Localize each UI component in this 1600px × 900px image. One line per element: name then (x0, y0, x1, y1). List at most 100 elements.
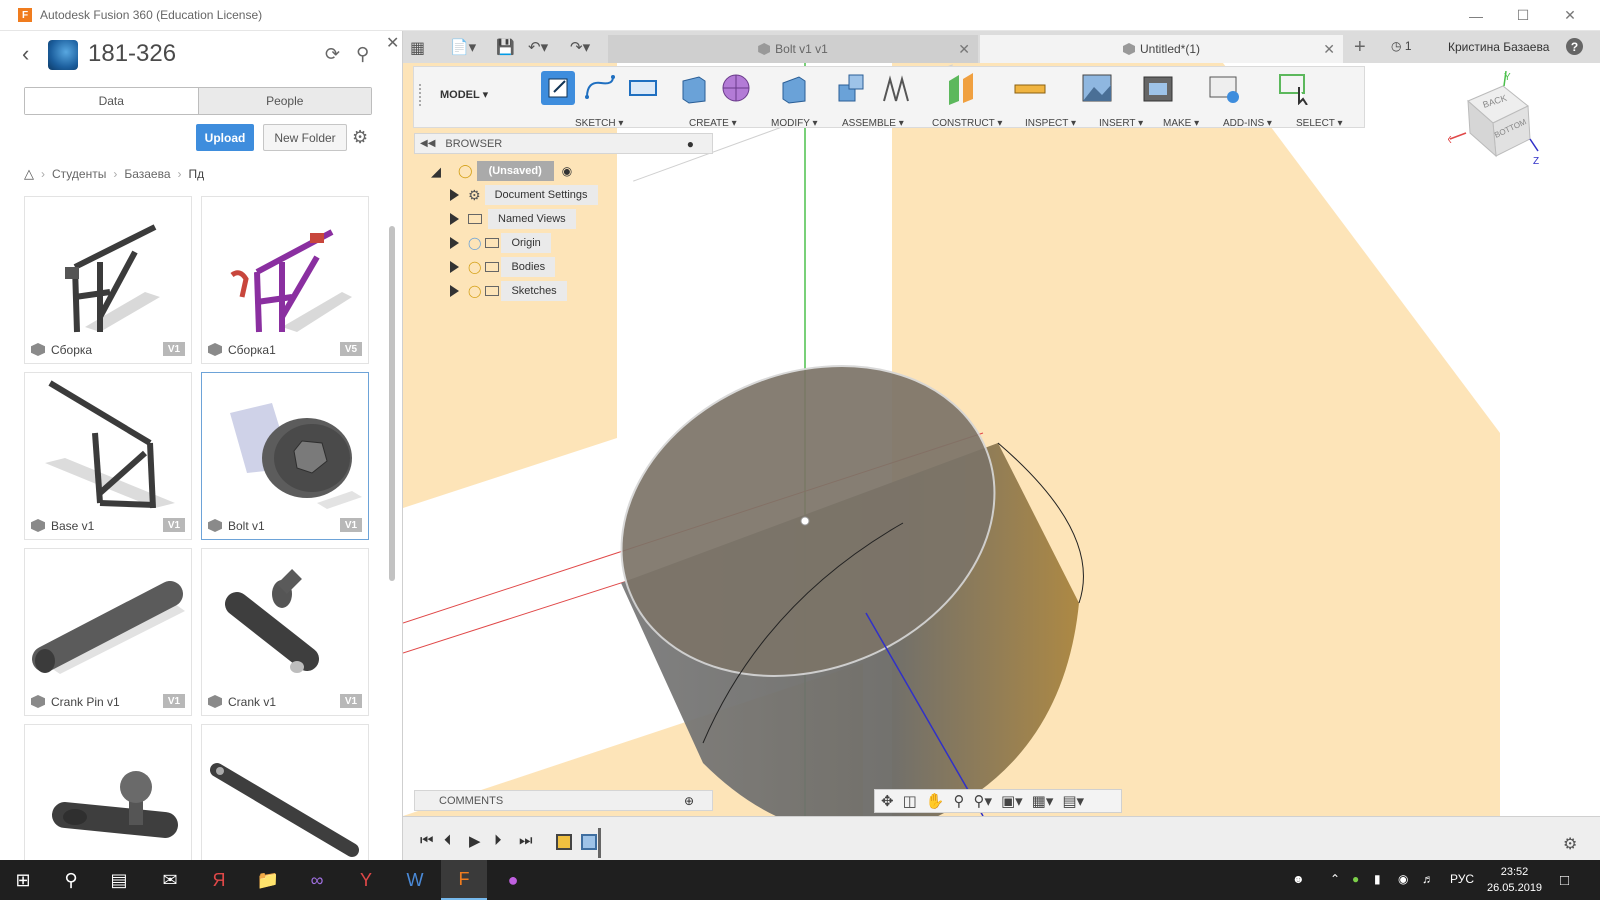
comments-panel[interactable]: COMMENTS ⊕ (414, 790, 713, 811)
home-icon[interactable]: △ (24, 166, 34, 182)
visibility-bulb-icon[interactable]: ◯ (468, 236, 481, 250)
joint-icon[interactable] (878, 71, 912, 105)
file-card[interactable]: Base v1 V1 (24, 372, 192, 540)
refresh-icon[interactable]: ⟳ (325, 44, 340, 65)
notifications-icon[interactable]: □ (1560, 872, 1569, 889)
step-forward-icon[interactable]: ⏵ (494, 832, 502, 849)
form-icon[interactable] (719, 71, 753, 105)
zoom-icon[interactable]: ⚲ (953, 792, 964, 810)
tree-node-document-settings[interactable]: ⚙ Document Settings (468, 185, 598, 205)
user-name[interactable]: Кристина Базаева (1448, 40, 1549, 54)
rectangle-icon[interactable] (626, 71, 660, 105)
pan-icon[interactable]: ✋ (926, 792, 945, 810)
select-icon[interactable] (1277, 71, 1311, 106)
redo-icon[interactable]: ↷▾ (570, 38, 590, 56)
measure-icon[interactable] (1013, 71, 1047, 105)
timeline-extrude-feature-icon[interactable] (581, 834, 597, 850)
volume-icon[interactable]: ♬ (1422, 872, 1434, 886)
tree-node-sketches[interactable]: ◯ Sketches (468, 281, 567, 301)
browser-header[interactable]: ◀◀ BROWSER ● (414, 133, 713, 154)
tab-people[interactable]: People (197, 88, 371, 114)
file-menu-icon[interactable]: 📄▾ (450, 38, 476, 56)
expand-icon[interactable] (450, 189, 459, 201)
collapse-icon[interactable]: ◀◀ (420, 138, 435, 149)
step-back-icon[interactable]: ⏴ (444, 832, 452, 849)
wifi-icon[interactable]: ◉ (1398, 872, 1408, 886)
timeline-sketch-feature-icon[interactable] (556, 834, 572, 850)
orbit-icon[interactable]: ✥ (881, 792, 894, 810)
paint-app-icon[interactable]: ● (490, 860, 536, 900)
scripts-icon[interactable] (1207, 71, 1241, 105)
tree-node-origin[interactable]: ◯ Origin (468, 233, 551, 253)
go-to-end-icon[interactable]: ⏭ (519, 832, 533, 849)
yandex-icon[interactable]: Я (196, 860, 242, 900)
extrude-icon[interactable] (677, 71, 711, 105)
3d-print-icon[interactable] (1141, 71, 1175, 105)
offset-plane-icon[interactable] (945, 71, 979, 105)
play-icon[interactable]: ▶ (469, 832, 481, 850)
tab-bolt[interactable]: Bolt v1 v1 ✕ (608, 35, 978, 63)
construct-menu[interactable]: CONSTRUCT ▾ (932, 118, 1002, 129)
visibility-bulb-icon[interactable]: ◯ (468, 260, 481, 274)
tree-node-bodies[interactable]: ◯ Bodies (468, 257, 556, 277)
search-taskbar-icon[interactable]: ⚲ (48, 860, 94, 900)
timeline-marker[interactable] (598, 828, 601, 858)
language-indicator[interactable]: РУС (1450, 872, 1474, 886)
tray-app-icon[interactable]: ● (1352, 872, 1359, 886)
browser-root[interactable]: ◯ (Unsaved) ◉ (458, 161, 572, 181)
inspect-menu[interactable]: INSPECT ▾ (1025, 118, 1076, 129)
tab-data[interactable]: Data (25, 88, 198, 114)
modify-menu[interactable]: MODIFY ▾ (771, 118, 818, 129)
origin-point[interactable] (800, 516, 810, 526)
go-to-start-icon[interactable]: ⏮ (420, 832, 434, 849)
file-card[interactable]: Bolt v1 V1 (201, 372, 369, 540)
word-icon[interactable]: W (392, 860, 438, 900)
start-button-icon[interactable]: ⊞ (0, 860, 46, 900)
look-at-icon[interactable]: ◫ (903, 792, 917, 810)
fit-icon[interactable]: ⚲▾ (973, 792, 992, 810)
close-tab-icon[interactable]: ✕ (958, 41, 970, 58)
toolbar-grip[interactable] (419, 84, 421, 106)
back-icon[interactable]: ‹ (22, 41, 29, 67)
press-pull-icon[interactable] (777, 71, 811, 105)
make-menu[interactable]: MAKE ▾ (1163, 118, 1199, 129)
add-ins-menu[interactable]: ADD-INS ▾ (1223, 118, 1272, 129)
line-icon[interactable] (583, 71, 617, 105)
upload-button[interactable]: Upload (196, 124, 254, 151)
people-icon[interactable]: ☻ (1292, 872, 1305, 886)
close-tab-icon[interactable]: ✕ (1323, 41, 1335, 58)
add-comment-icon[interactable]: ⊕ (684, 794, 694, 808)
display-settings-icon[interactable]: ▣▾ (1001, 792, 1023, 810)
file-card[interactable]: Сборка1 V5 (201, 196, 369, 364)
expand-icon[interactable] (450, 285, 459, 297)
file-card[interactable]: Crank v1 V1 (201, 548, 369, 716)
collapse-tree-icon[interactable]: ◢ (431, 164, 441, 180)
job-status[interactable]: ◷ 1 (1391, 39, 1412, 53)
undo-icon[interactable]: ↶▾ (528, 38, 548, 56)
viewports-icon[interactable]: ▤▾ (1062, 792, 1084, 810)
viewcube[interactable]: BACK BOTTOM X Y Z (1448, 71, 1548, 171)
workspace-switcher[interactable]: MODEL ▾ (440, 88, 488, 101)
fusion-taskbar-icon[interactable]: F (441, 860, 487, 900)
visual-studio-icon[interactable]: ∞ (294, 860, 340, 900)
minimize-browser-icon[interactable]: ● (687, 137, 694, 151)
breadcrumb-item[interactable]: Студенты (52, 167, 106, 181)
model-canvas[interactable] (403, 63, 1600, 816)
maximize-button[interactable]: ☐ (1500, 0, 1546, 31)
new-tab-icon[interactable]: + (1354, 36, 1366, 59)
expand-icon[interactable] (450, 213, 459, 225)
visibility-bulb-icon[interactable]: ◯ (458, 163, 473, 179)
grid-settings-icon[interactable]: ▦▾ (1032, 792, 1054, 810)
expand-icon[interactable] (450, 261, 459, 273)
insert-image-icon[interactable] (1080, 71, 1114, 105)
tab-untitled[interactable]: Untitled*(1) ✕ (980, 35, 1343, 63)
timeline-settings-gear-icon[interactable]: ⚙ (1563, 834, 1577, 854)
apps-grid-icon[interactable]: ▦ (410, 38, 425, 58)
close-panel-icon[interactable]: ✕ (386, 33, 399, 53)
yandex-browser-icon[interactable]: Y (343, 860, 389, 900)
sketch-menu[interactable]: SKETCH ▾ (575, 118, 623, 129)
create-menu[interactable]: CREATE ▾ (689, 118, 737, 129)
close-window-button[interactable]: ✕ (1547, 0, 1593, 31)
task-view-icon[interactable]: ▤ (96, 860, 142, 900)
mail-app-icon[interactable]: ✉ (147, 860, 193, 900)
